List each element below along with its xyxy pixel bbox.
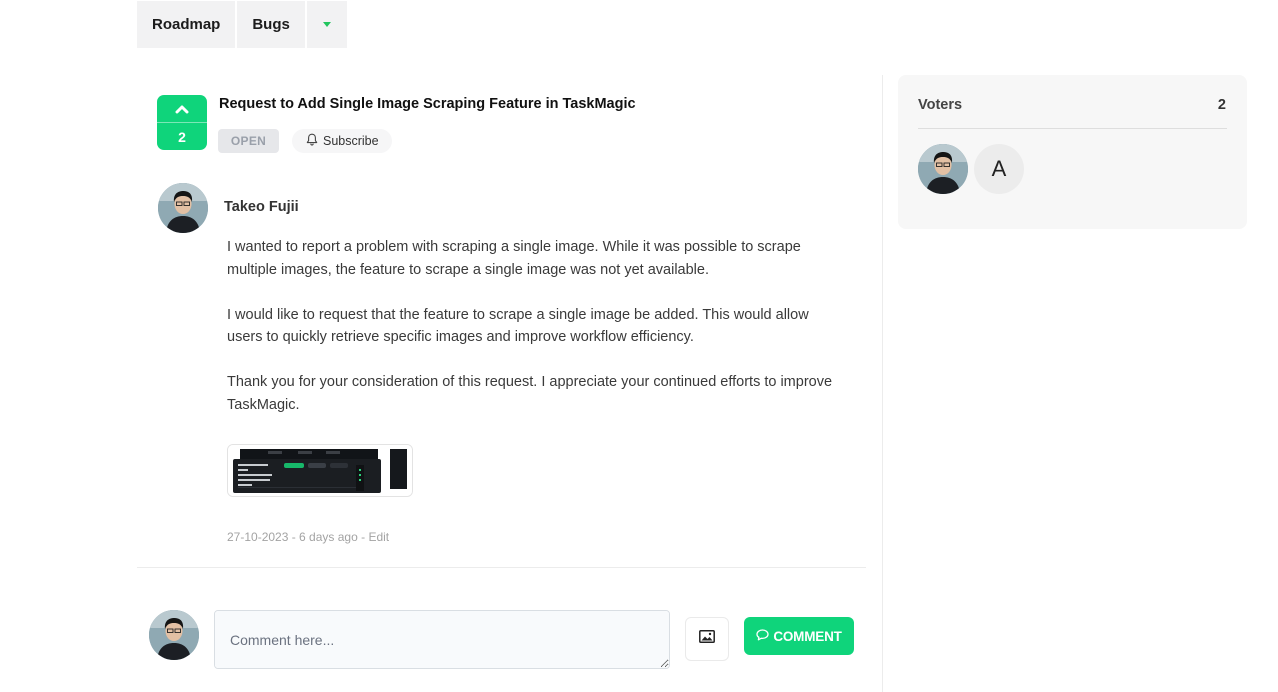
author-name[interactable]: Takeo Fujii bbox=[224, 199, 299, 215]
post-paragraph: I would like to request that the feature… bbox=[227, 306, 809, 346]
subscribe-button[interactable]: Subscribe bbox=[292, 129, 392, 153]
attachment-thumbnail[interactable] bbox=[227, 444, 413, 497]
subscribe-label: Subscribe bbox=[323, 134, 379, 148]
column-divider bbox=[882, 75, 883, 692]
nav-more-dropdown[interactable] bbox=[304, 1, 347, 48]
image-upload-button[interactable] bbox=[685, 617, 729, 661]
author-avatar[interactable] bbox=[158, 183, 208, 233]
post-title: Request to Add Single Image Scraping Fea… bbox=[219, 96, 636, 112]
post-meta: 27-10-2023 - 6 days ago - Edit bbox=[227, 530, 389, 544]
caret-down-icon bbox=[322, 22, 331, 27]
post-date: 27-10-2023 - 6 days ago bbox=[227, 530, 358, 544]
voters-count: 2 bbox=[1217, 97, 1226, 113]
current-user-avatar bbox=[149, 610, 199, 660]
status-badge: OPEN bbox=[218, 129, 279, 153]
post-body: I wanted to report a problem with scrapi… bbox=[227, 236, 847, 439]
top-nav: Roadmap Bugs bbox=[137, 1, 347, 48]
vote-count: 2 bbox=[178, 128, 186, 145]
speech-bubble-icon bbox=[756, 628, 769, 644]
comment-button[interactable]: COMMENT bbox=[744, 617, 854, 655]
voter-avatar[interactable] bbox=[918, 144, 968, 194]
nav-roadmap[interactable]: Roadmap bbox=[137, 1, 236, 48]
image-icon bbox=[699, 630, 715, 648]
edit-link[interactable]: Edit bbox=[368, 530, 389, 544]
nav-bugs[interactable]: Bugs bbox=[235, 1, 305, 48]
comment-input[interactable] bbox=[214, 610, 670, 669]
voter-avatar-initial[interactable]: A bbox=[974, 144, 1024, 194]
voters-divider bbox=[918, 128, 1227, 129]
voters-title: Voters bbox=[918, 97, 963, 113]
voters-panel: Voters 2 A bbox=[898, 75, 1247, 229]
post-paragraph: I wanted to report a problem with scrapi… bbox=[227, 239, 801, 278]
chevron-up-icon bbox=[157, 95, 207, 123]
post-paragraph: Thank you for your consideration of this… bbox=[227, 374, 833, 413]
comment-button-label: COMMENT bbox=[773, 628, 842, 644]
divider bbox=[137, 567, 866, 568]
bell-icon bbox=[306, 133, 318, 149]
upvote-button[interactable]: 2 bbox=[157, 95, 207, 150]
